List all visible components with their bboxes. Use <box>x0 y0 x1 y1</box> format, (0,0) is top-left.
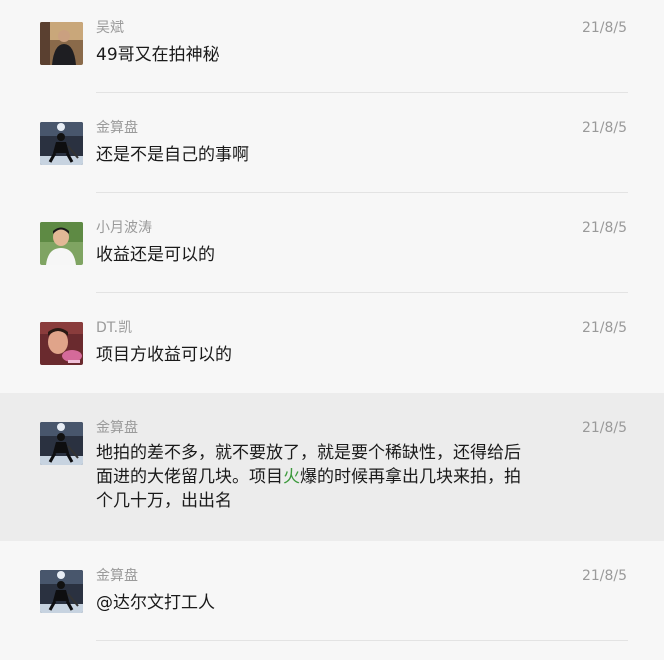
avatar[interactable] <box>40 422 83 465</box>
message-date: 21/8/5 <box>581 220 627 236</box>
portrait-avatar-man-red <box>40 322 83 365</box>
message-item[interactable]: 金算盘 21/8/5 还是不是自己的事啊 <box>0 93 664 193</box>
message-date: 21/8/5 <box>581 20 627 36</box>
avatar[interactable] <box>40 122 83 165</box>
message-item-highlighted[interactable]: 金算盘 21/8/5 地拍的差不多，就不要放了，就是要个稀缺性，还得给后面进的大… <box>0 393 664 541</box>
message-date: 21/8/5 <box>581 320 627 336</box>
message-item[interactable]: 吴斌 21/8/5 49哥又在拍神秘 <box>0 0 664 93</box>
message-date: 21/8/5 <box>581 420 627 436</box>
message-item[interactable]: DT.凯 21/8/5 项目方收益可以的 <box>0 293 664 393</box>
highlighted-keyword: 火 <box>283 467 300 487</box>
divider <box>96 640 628 641</box>
message-list: 吴斌 21/8/5 49哥又在拍神秘 金算盘 21/8/5 还是不是自己的事啊 <box>0 0 664 660</box>
portrait-avatar-man-dark <box>40 22 83 65</box>
sender-name: 金算盘 <box>96 120 138 136</box>
message-item[interactable]: 金算盘 21/8/5 @达尔文打工人 <box>0 541 664 660</box>
message-text: 还是不是自己的事啊 <box>96 145 249 165</box>
message-item[interactable]: 小月波涛 21/8/5 收益还是可以的 <box>0 193 664 293</box>
message-text: @达尔文打工人 <box>96 593 215 613</box>
portrait-avatar-man-white-shirt <box>40 222 83 265</box>
avatar[interactable] <box>40 570 83 613</box>
message-date: 21/8/5 <box>581 120 627 136</box>
sender-name: DT.凯 <box>96 320 133 336</box>
avatar[interactable] <box>40 322 83 365</box>
message-date: 21/8/5 <box>581 568 627 584</box>
message-text: 地拍的差不多，就不要放了，就是要个稀缺性，还得给后面进的大佬留几块。项目火爆的时… <box>96 441 536 513</box>
sender-name: 金算盘 <box>96 568 138 584</box>
hockey-player-avatar <box>40 122 83 165</box>
avatar[interactable] <box>40 22 83 65</box>
message-text: 49哥又在拍神秘 <box>96 45 220 65</box>
avatar[interactable] <box>40 222 83 265</box>
message-text: 项目方收益可以的 <box>96 345 232 365</box>
sender-name: 吴斌 <box>96 20 124 36</box>
hockey-player-avatar <box>40 422 83 465</box>
hockey-player-avatar <box>40 570 83 613</box>
sender-name: 金算盘 <box>96 420 138 436</box>
message-text: 收益还是可以的 <box>96 245 215 265</box>
sender-name: 小月波涛 <box>96 220 152 236</box>
